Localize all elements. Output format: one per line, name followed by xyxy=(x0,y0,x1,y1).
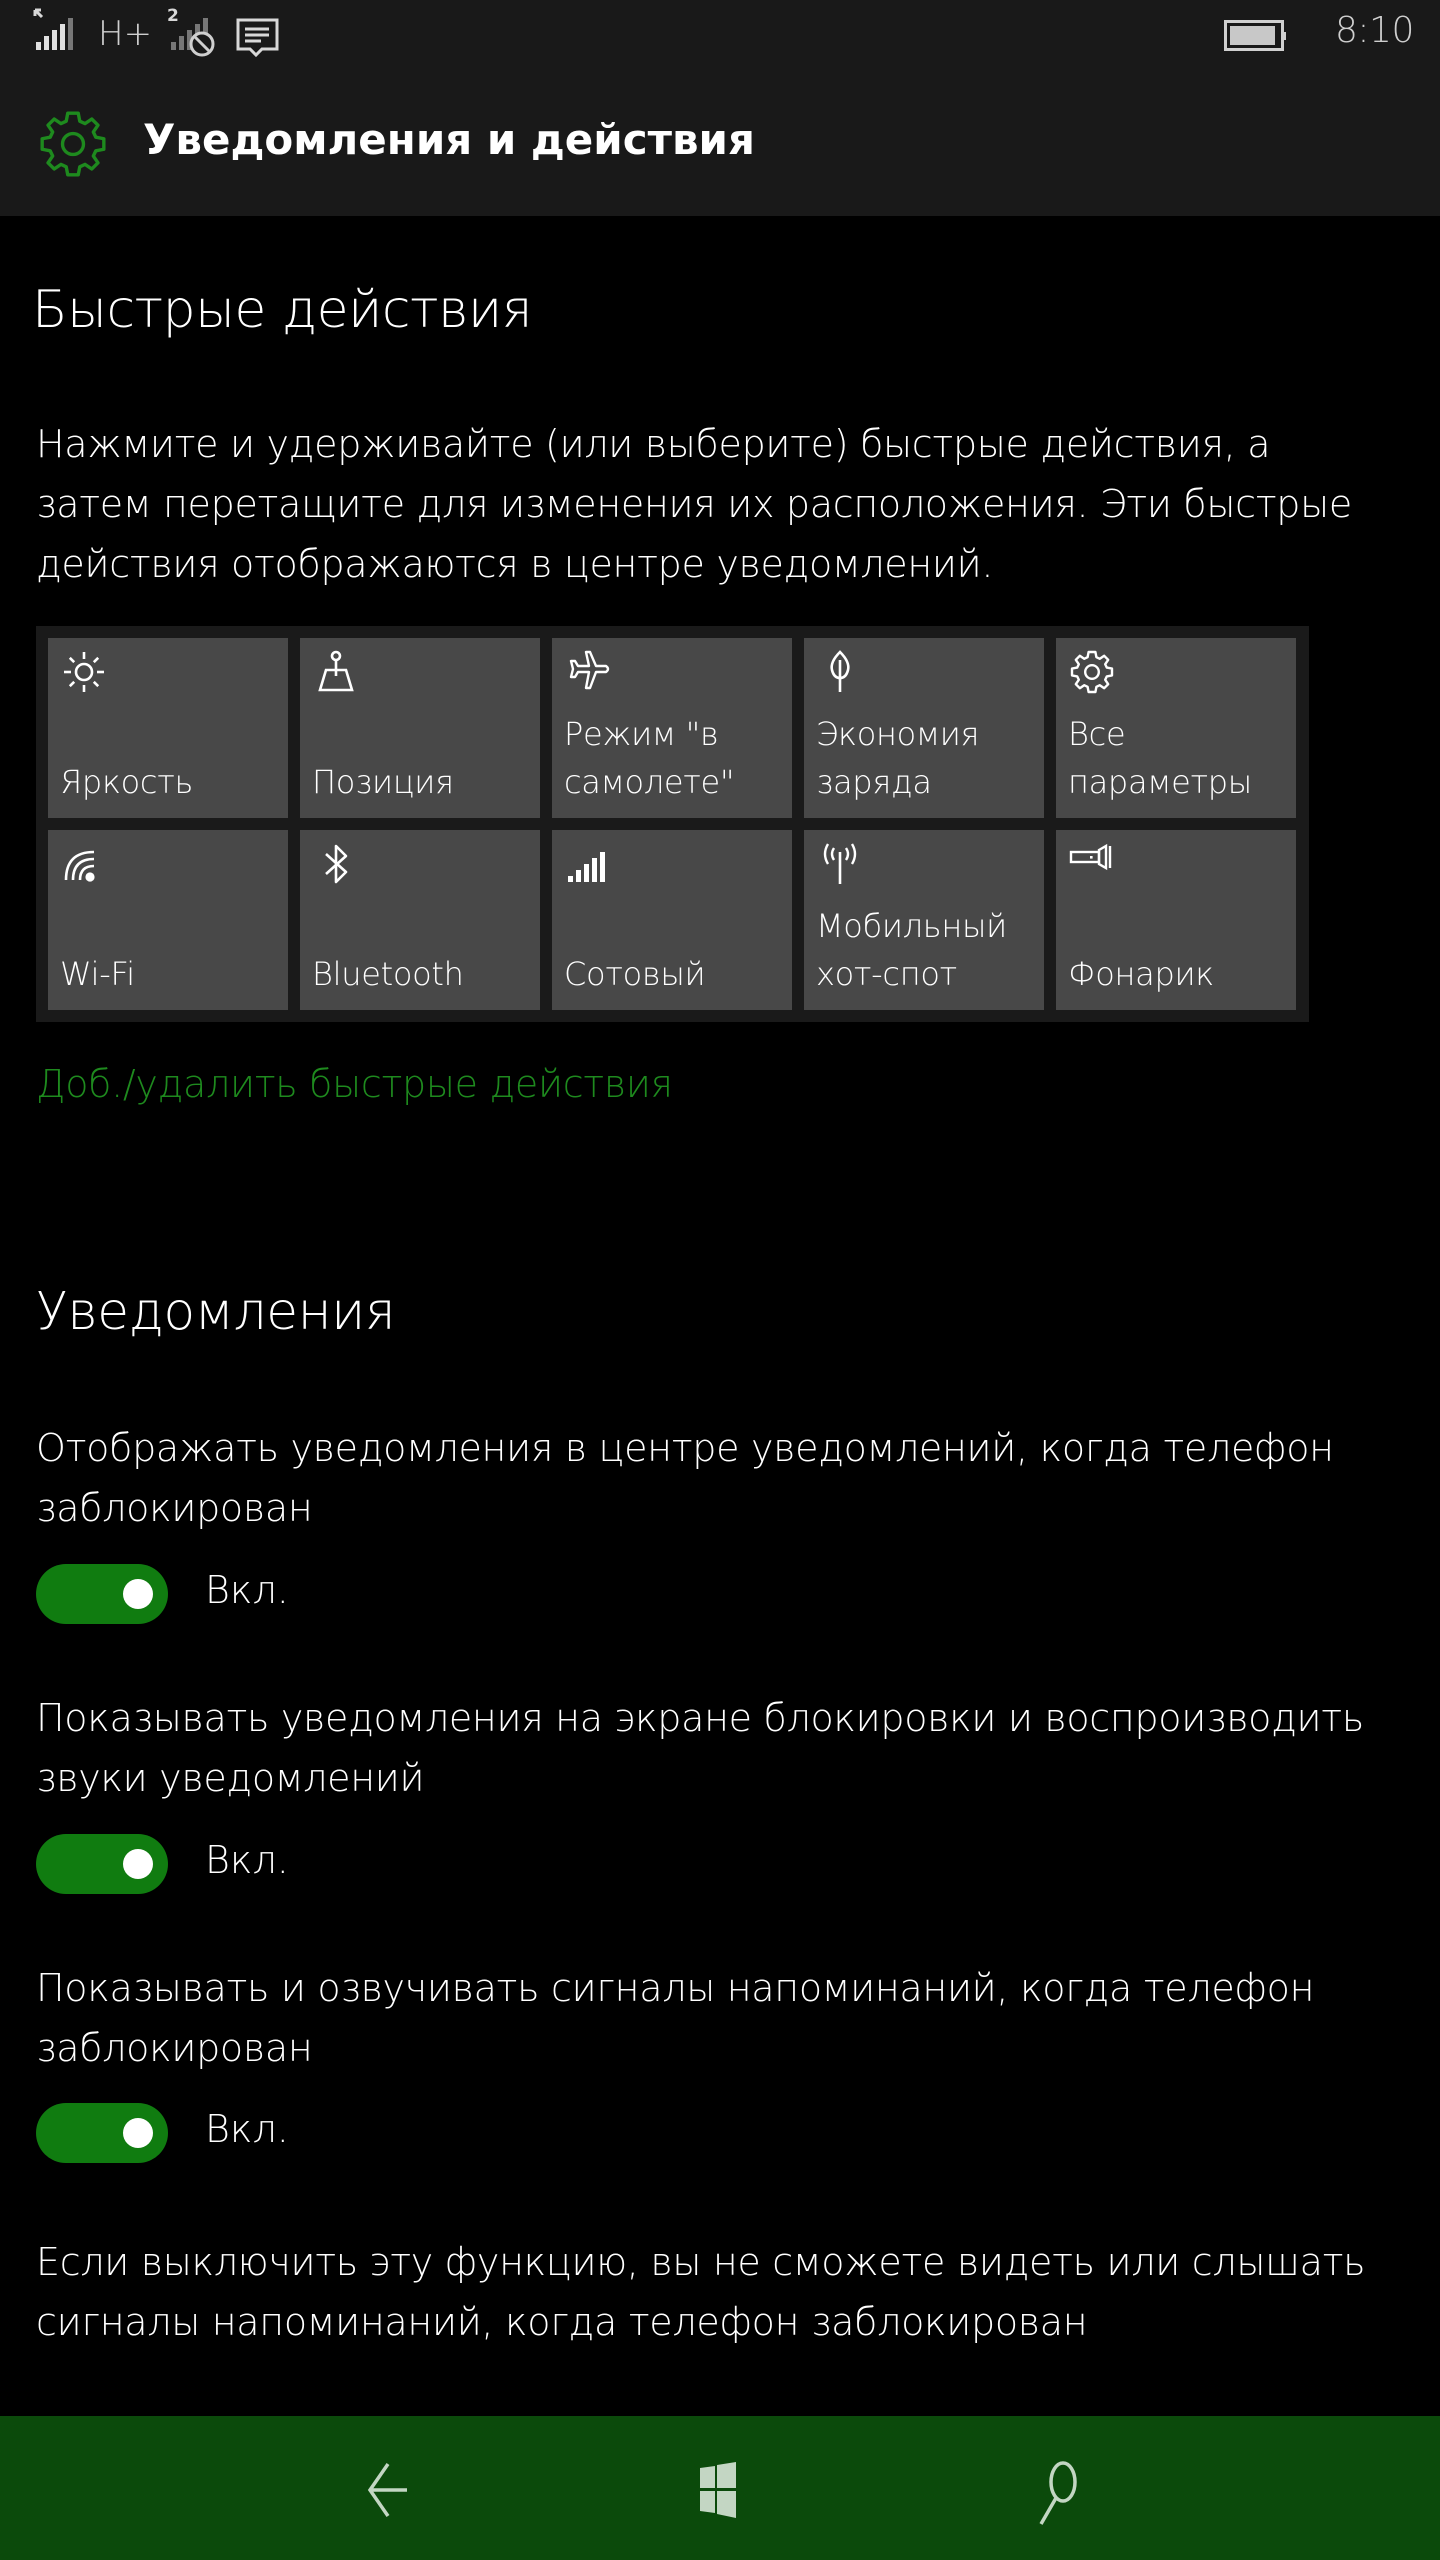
hotspot-icon xyxy=(823,843,857,884)
battery-saver-icon xyxy=(830,650,850,692)
toggle-knob xyxy=(123,2118,153,2148)
tile-flashlight[interactable]: Фонарик xyxy=(1056,830,1296,1010)
location-icon xyxy=(318,650,354,692)
windows-logo-icon xyxy=(700,2462,736,2518)
tile-battery-saver[interactable]: Экономия заряда xyxy=(804,638,1044,818)
navigation-bar xyxy=(0,2416,1440,2560)
top-bar: H+ 2 8:10 Уведомления и действия xyxy=(0,0,1440,216)
battery-icon xyxy=(1224,20,1286,51)
signal-sim2-disabled-icon xyxy=(171,18,215,57)
status-bar[interactable]: H+ 2 8:10 xyxy=(0,0,1440,70)
notifications-title: Уведомления xyxy=(36,1282,396,1342)
cellular-icon xyxy=(568,852,605,882)
tile-bluetooth[interactable]: Bluetooth xyxy=(300,830,540,1010)
tile-all-settings[interactable]: Все параметры xyxy=(1056,638,1296,818)
airplane-icon xyxy=(569,650,610,690)
tile-label: Позиция xyxy=(312,763,454,801)
flashlight-icon xyxy=(1069,843,1112,871)
add-remove-quick-actions-link[interactable]: Доб./удалить быстрые действия xyxy=(36,1062,673,1106)
quick-actions-description: Нажмите и удерживайте (или выберите) быс… xyxy=(36,422,1352,586)
wifi-icon xyxy=(64,850,95,882)
quick-actions-grid: Яркость Позиция Режим "в самолете" Эконо… xyxy=(36,626,1309,1022)
toggle-lockscreen-action-center[interactable] xyxy=(36,1564,168,1624)
tile-label: Режим "в самолете" xyxy=(564,715,735,801)
page-title: Уведомления и действия xyxy=(143,115,755,164)
tile-label: Bluetooth xyxy=(312,955,464,993)
toggle-reminders[interactable] xyxy=(36,2103,168,2163)
setting-label-reminders: Показывать и озвучивать сигналы напомина… xyxy=(36,1966,1315,2070)
quick-actions-title: Быстрые действия xyxy=(32,280,533,340)
tile-label: Фонарик xyxy=(1068,955,1214,993)
tile-label: Wi-Fi xyxy=(60,955,135,993)
signal-sim1-icon xyxy=(33,8,73,50)
settings-icon xyxy=(1070,650,1114,694)
tile-location[interactable]: Позиция xyxy=(300,638,540,818)
toggle-knob xyxy=(123,1849,153,1879)
tile-mobile-hotspot[interactable]: Мобильный хот-спот xyxy=(804,830,1044,1010)
tile-label: Яркость xyxy=(60,763,194,801)
toggle-state-label: Вкл. xyxy=(205,1838,289,1882)
network-type: H+ xyxy=(98,14,153,54)
reminders-footnote: Если выключить эту функцию, вы не сможет… xyxy=(36,2240,1366,2344)
brightness-icon xyxy=(64,652,104,692)
setting-label-lockscreen-notifications: Показывать уведомления на экране блокиро… xyxy=(36,1696,1364,1800)
tile-label: Сотовый xyxy=(564,955,706,993)
clock: 8:10 xyxy=(1335,10,1414,51)
tile-label: Мобильный хот-спот xyxy=(816,907,1007,993)
setting-label-lockscreen-action-center: Отображать уведомления в центре уведомле… xyxy=(36,1426,1334,1530)
tile-label: Все параметры xyxy=(1068,715,1252,801)
toggle-lockscreen-notifications[interactable] xyxy=(36,1834,168,1894)
bluetooth-icon xyxy=(325,844,348,884)
message-icon xyxy=(236,18,279,58)
toggle-state-label: Вкл. xyxy=(205,2107,289,2151)
tile-brightness[interactable]: Яркость xyxy=(48,638,288,818)
search-button[interactable] xyxy=(1005,2440,1105,2540)
back-button[interactable] xyxy=(335,2440,435,2540)
toggle-state-label: Вкл. xyxy=(205,1568,289,1612)
toggle-knob xyxy=(123,1579,153,1609)
tile-wifi[interactable]: Wi-Fi xyxy=(48,830,288,1010)
tile-cellular[interactable]: Сотовый xyxy=(552,830,792,1010)
tile-airplane-mode[interactable]: Режим "в самолете" xyxy=(552,638,792,818)
back-arrow-icon xyxy=(367,2463,407,2517)
start-button[interactable] xyxy=(668,2440,768,2540)
tile-label: Экономия заряда xyxy=(816,715,980,801)
search-icon xyxy=(1039,2461,1077,2525)
gear-icon xyxy=(40,111,106,177)
